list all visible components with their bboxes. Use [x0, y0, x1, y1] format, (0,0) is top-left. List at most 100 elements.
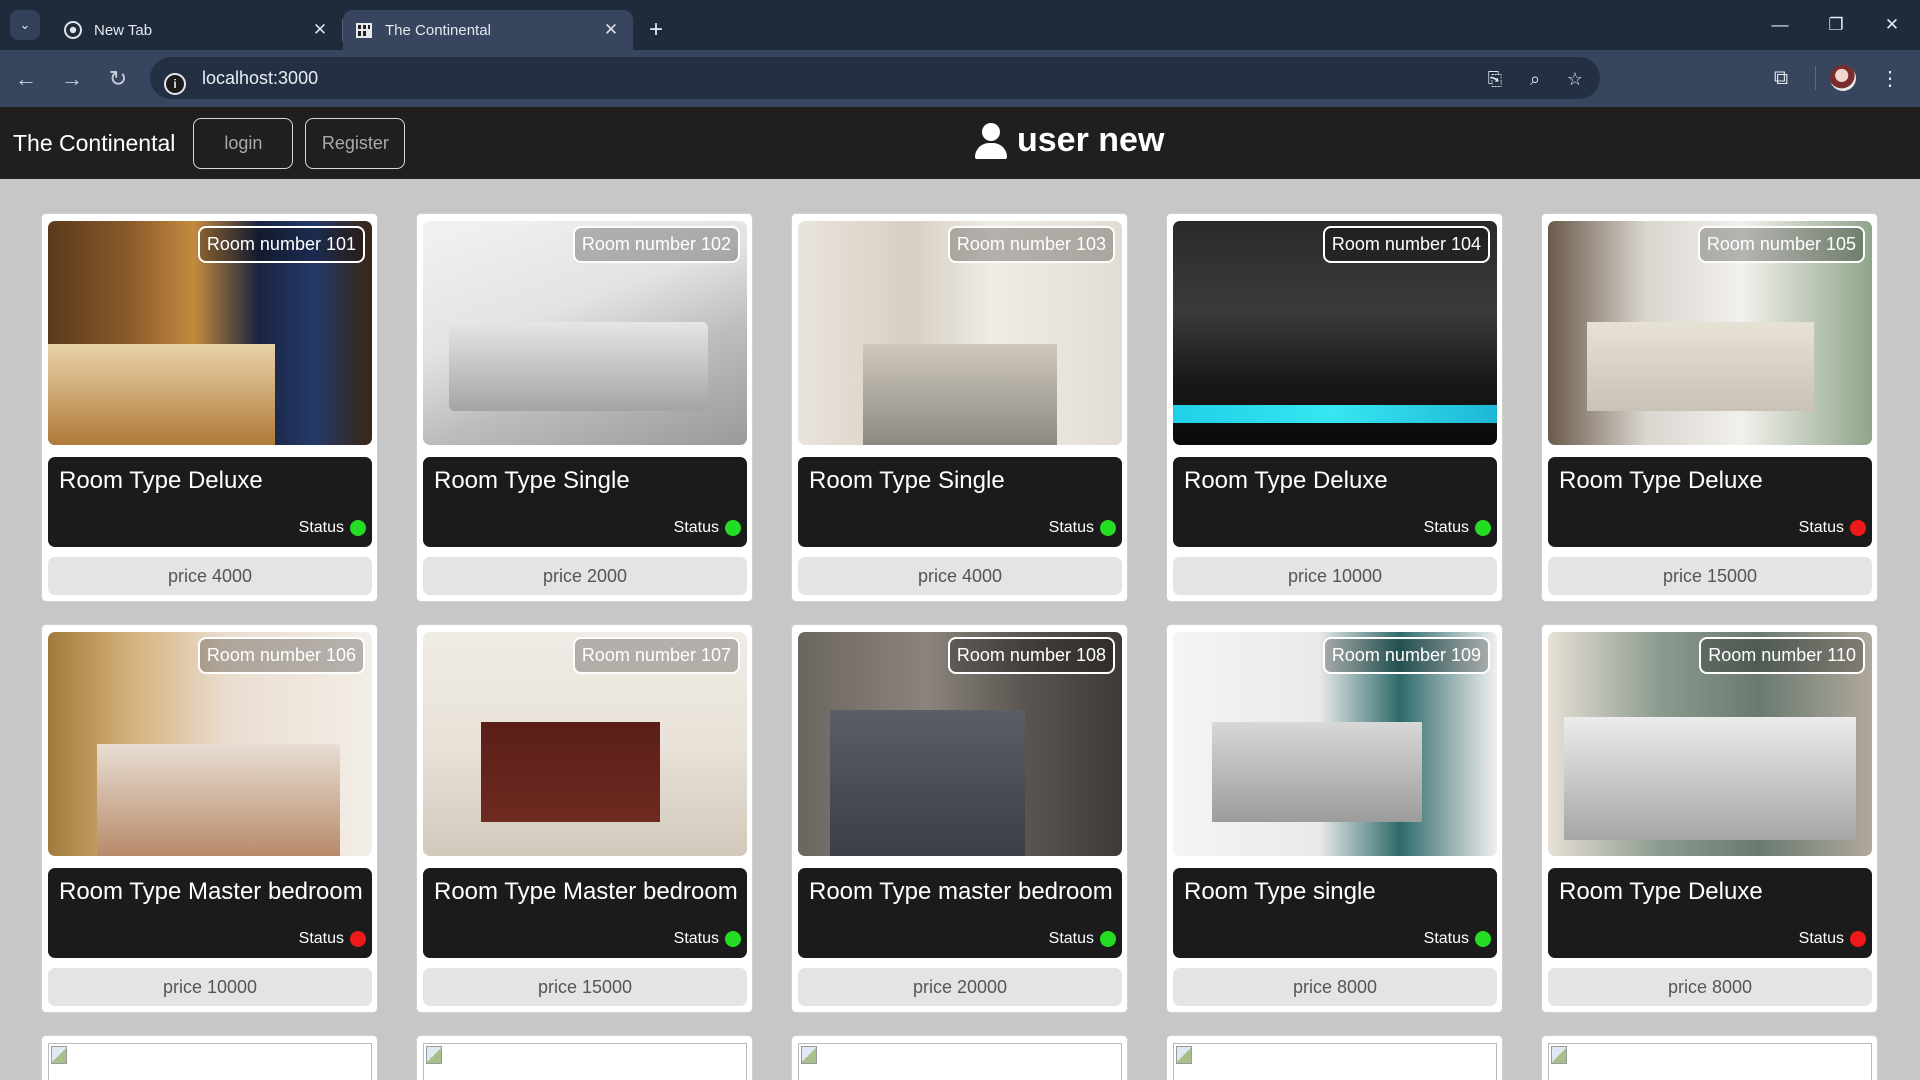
profile-avatar[interactable]: [1830, 65, 1856, 91]
room-info-panel: Room Type Single Status: [798, 457, 1122, 547]
room-info-panel: Room Type Deluxe Status: [1548, 868, 1872, 958]
site-info-icon[interactable]: i: [164, 73, 186, 95]
hotel-favicon: [355, 21, 373, 39]
room-status: Status: [1799, 519, 1866, 537]
brand-title[interactable]: The Continental: [13, 130, 175, 157]
room-photo: Room number 109: [1173, 632, 1497, 856]
install-app-icon[interactable]: ⎘: [1482, 66, 1508, 92]
tab-title: The Continental: [385, 21, 491, 39]
tab-new-tab[interactable]: New Tab ✕: [52, 10, 342, 50]
room-info-panel: Room Type Deluxe Status: [1548, 457, 1872, 547]
room-number-badge: Room number 104: [1322, 226, 1490, 263]
user-icon: [975, 122, 1007, 159]
room-number-badge: Room number 106: [197, 637, 365, 674]
forward-arrow-icon[interactable]: →: [52, 59, 92, 99]
tab-title: New Tab: [94, 21, 153, 39]
status-label: Status: [1048, 519, 1094, 536]
broken-image-icon: [48, 1043, 372, 1080]
room-price: price 10000: [1173, 557, 1497, 595]
room-number-badge: Room number 109: [1322, 637, 1490, 674]
close-icon[interactable]: ✕: [310, 20, 330, 40]
broken-image-icon: [423, 1043, 747, 1080]
omnibox-actions: ⎘ ⌕ ☆: [1482, 66, 1588, 92]
room-card[interactable]: [1166, 1035, 1503, 1080]
browser-tab-strip: ⌄ New Tab ✕ The Continental ✕ + — ❐ ✕: [0, 0, 1920, 50]
room-price: price 4000: [798, 557, 1122, 595]
room-price: price 10000: [48, 968, 372, 1006]
room-card[interactable]: Room number 105 Room Type Deluxe Status …: [1541, 213, 1878, 602]
room-type: Room Type Deluxe: [1559, 467, 1763, 494]
window-close-icon[interactable]: ✕: [1864, 0, 1920, 50]
room-card[interactable]: Room number 102 Room Type Single Status …: [416, 213, 753, 602]
room-price: price 15000: [1548, 557, 1872, 595]
room-photo: Room number 105: [1548, 221, 1872, 445]
zoom-icon[interactable]: ⌕: [1522, 66, 1548, 92]
extensions-icon[interactable]: ⧉: [1761, 58, 1801, 98]
room-card[interactable]: [41, 1035, 378, 1080]
room-number-badge: Room number 110: [1699, 637, 1865, 674]
room-price: price 2000: [423, 557, 747, 595]
bookmark-star-icon[interactable]: ☆: [1562, 66, 1588, 92]
room-grid: Room number 101 Room Type Deluxe Status …: [41, 213, 1878, 1080]
chevron-down-icon: ⌄: [19, 17, 31, 32]
close-icon[interactable]: ✕: [601, 20, 621, 40]
room-status: Status: [1799, 930, 1866, 948]
back-arrow-icon[interactable]: ←: [6, 59, 46, 99]
room-photo: Room number 102: [423, 221, 747, 445]
status-label: Status: [673, 519, 719, 536]
room-number-badge: Room number 107: [572, 637, 740, 674]
room-type: Room Type Deluxe: [1559, 878, 1763, 905]
room-info-panel: Room Type Single Status: [423, 457, 747, 547]
plus-icon: +: [648, 16, 663, 43]
room-card[interactable]: Room number 110 Room Type Deluxe Status …: [1541, 624, 1878, 1013]
register-button[interactable]: Register: [305, 117, 406, 169]
status-label: Status: [1798, 519, 1844, 536]
room-type: Room Type Master bedroom: [59, 878, 363, 905]
room-card[interactable]: Room number 109 Room Type single Status …: [1166, 624, 1503, 1013]
tab-search-dropdown[interactable]: ⌄: [10, 10, 40, 40]
room-photo: Room number 104: [1173, 221, 1497, 445]
new-tab-button[interactable]: +: [639, 10, 673, 50]
room-photo: Room number 106: [48, 632, 372, 856]
room-status: Status: [299, 930, 366, 948]
address-bar[interactable]: i localhost:3000 ⎘ ⌕ ☆: [150, 57, 1600, 99]
room-type: Room Type single: [1184, 878, 1376, 905]
room-status: Status: [674, 930, 741, 948]
room-card[interactable]: [791, 1035, 1128, 1080]
room-card[interactable]: Room number 104 Room Type Deluxe Status …: [1166, 213, 1503, 602]
status-dot: [350, 931, 366, 947]
status-dot: [1100, 520, 1116, 536]
room-price: price 8000: [1548, 968, 1872, 1006]
room-photo: Room number 107: [423, 632, 747, 856]
status-label: Status: [1048, 930, 1094, 947]
room-card[interactable]: [1541, 1035, 1878, 1080]
room-info-panel: Room Type Deluxe Status: [1173, 457, 1497, 547]
chrome-icon: [64, 21, 82, 39]
broken-image-icon: [1548, 1043, 1872, 1080]
restore-icon[interactable]: ❐: [1808, 0, 1864, 50]
minimize-icon[interactable]: —: [1752, 0, 1808, 50]
room-card[interactable]: Room number 101 Room Type Deluxe Status …: [41, 213, 378, 602]
room-status: Status: [1049, 519, 1116, 537]
room-card[interactable]: Room number 103 Room Type Single Status …: [791, 213, 1128, 602]
app-header: The Continental login Register user new: [0, 107, 1920, 179]
status-label: Status: [1798, 930, 1844, 947]
room-card[interactable]: Room number 106 Room Type Master bedroom…: [41, 624, 378, 1013]
login-button[interactable]: login: [193, 117, 294, 169]
reload-icon[interactable]: ↻: [98, 59, 138, 99]
tab-the-continental[interactable]: The Continental ✕: [343, 10, 633, 50]
status-dot: [1100, 931, 1116, 947]
room-status: Status: [1424, 519, 1491, 537]
current-user: user new: [975, 121, 1164, 160]
broken-image-icon: [798, 1043, 1122, 1080]
room-status: Status: [1424, 930, 1491, 948]
browser-toolbar: ← → ↻ i localhost:3000 ⎘ ⌕ ☆ ⧉ ⋮: [0, 50, 1920, 107]
broken-image-icon: [1173, 1043, 1497, 1080]
room-card[interactable]: [416, 1035, 753, 1080]
menu-kebab-icon[interactable]: ⋮: [1870, 58, 1910, 98]
room-card[interactable]: Room number 107 Room Type Master bedroom…: [416, 624, 753, 1013]
room-price: price 15000: [423, 968, 747, 1006]
room-card[interactable]: Room number 108 Room Type master bedroom…: [791, 624, 1128, 1013]
room-photo: Room number 110: [1548, 632, 1872, 856]
room-type: Room Type Deluxe: [59, 467, 263, 494]
